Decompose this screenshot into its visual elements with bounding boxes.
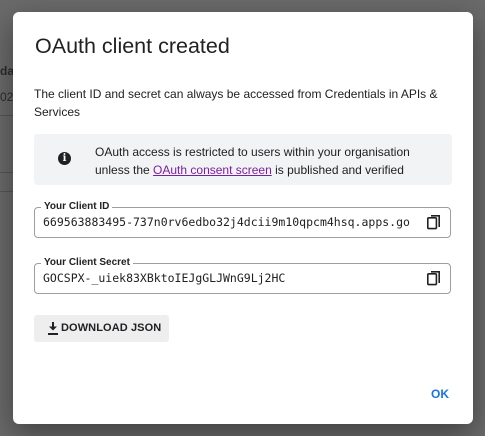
client-secret-field: Your Client Secret (34, 256, 451, 294)
ok-button[interactable]: OK (424, 382, 456, 406)
background-divider (0, 191, 14, 192)
oauth-client-created-dialog: OAuth client created The client ID and s… (13, 12, 473, 424)
info-icon: i (58, 152, 71, 165)
dialog-title: OAuth client created (35, 34, 230, 58)
client-id-field: Your Client ID (34, 200, 451, 238)
copy-icon[interactable] (427, 215, 441, 231)
info-text-after: is published and verified (271, 163, 404, 177)
background-text-fragment: 02 (0, 90, 14, 104)
client-id-input[interactable] (43, 208, 415, 237)
dialog-description: The client ID and secret can always be a… (34, 87, 438, 119)
copy-icon[interactable] (427, 271, 441, 287)
background-divider (0, 172, 14, 173)
download-json-label: DOWNLOAD JSON (61, 322, 162, 334)
info-notice-text: OAuth access is restricted to users with… (95, 143, 425, 179)
background-text-fragment: da (0, 64, 15, 78)
download-json-button[interactable]: DOWNLOAD JSON (34, 315, 169, 342)
download-icon (48, 322, 58, 335)
client-secret-input[interactable] (43, 264, 415, 293)
background-divider (0, 115, 14, 116)
oauth-consent-screen-link[interactable]: OAuth consent screen (153, 163, 272, 177)
info-notice: i OAuth access is restricted to users wi… (34, 134, 452, 185)
